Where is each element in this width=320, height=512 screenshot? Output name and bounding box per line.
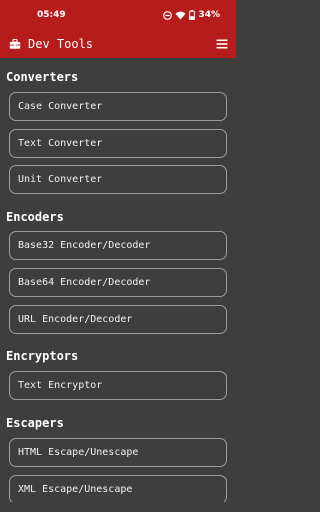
status-icons: 34% xyxy=(163,9,220,21)
app-bar: Dev Tools xyxy=(0,30,236,58)
tool-item-xml-escape[interactable]: XML Escape/Unescape xyxy=(9,475,227,504)
tool-item-label: Base32 Encoder/Decoder xyxy=(18,240,151,251)
tool-item-text-encryptor[interactable]: Text Encryptor xyxy=(9,371,227,400)
app-title: Dev Tools xyxy=(28,37,94,51)
battery-icon xyxy=(189,10,196,20)
status-time: 05:49 xyxy=(37,10,66,20)
tool-item-base64[interactable]: Base64 Encoder/Decoder xyxy=(9,268,227,297)
tool-item-label: Case Converter xyxy=(18,101,103,112)
tool-item-label: Unit Converter xyxy=(18,174,103,185)
status-bar: 05:49 34% xyxy=(0,0,236,30)
tool-item-label: URL Encoder/Decoder xyxy=(18,314,133,325)
tool-item-url-encoder[interactable]: URL Encoder/Decoder xyxy=(9,305,227,334)
section-header-encryptors: Encryptors xyxy=(6,349,79,363)
wifi-icon xyxy=(176,11,186,20)
toolbox-icon xyxy=(9,38,21,49)
hamburger-menu-icon[interactable] xyxy=(216,38,228,50)
tool-item-html-escape[interactable]: HTML Escape/Unescape xyxy=(9,438,227,467)
tool-item-base32[interactable]: Base32 Encoder/Decoder xyxy=(9,231,227,260)
section-header-converters: Converters xyxy=(6,70,79,84)
tool-item-label: Text Encryptor xyxy=(18,380,103,391)
section-header-escapers: Escapers xyxy=(6,416,64,430)
section-header-encoders: Encoders xyxy=(6,210,64,224)
do-not-disturb-icon xyxy=(163,10,173,20)
tool-item-label: XML Escape/Unescape xyxy=(18,484,133,495)
battery-percent: 34% xyxy=(198,10,220,20)
tool-item-label: HTML Escape/Unescape xyxy=(18,447,139,458)
tool-item-label: Base64 Encoder/Decoder xyxy=(18,277,151,288)
tool-item-text-converter[interactable]: Text Converter xyxy=(9,129,227,158)
tool-item-label: Text Converter xyxy=(18,138,103,149)
tool-item-case-converter[interactable]: Case Converter xyxy=(9,92,227,121)
tool-item-unit-converter[interactable]: Unit Converter xyxy=(9,165,227,194)
navigation-bar xyxy=(0,502,236,512)
